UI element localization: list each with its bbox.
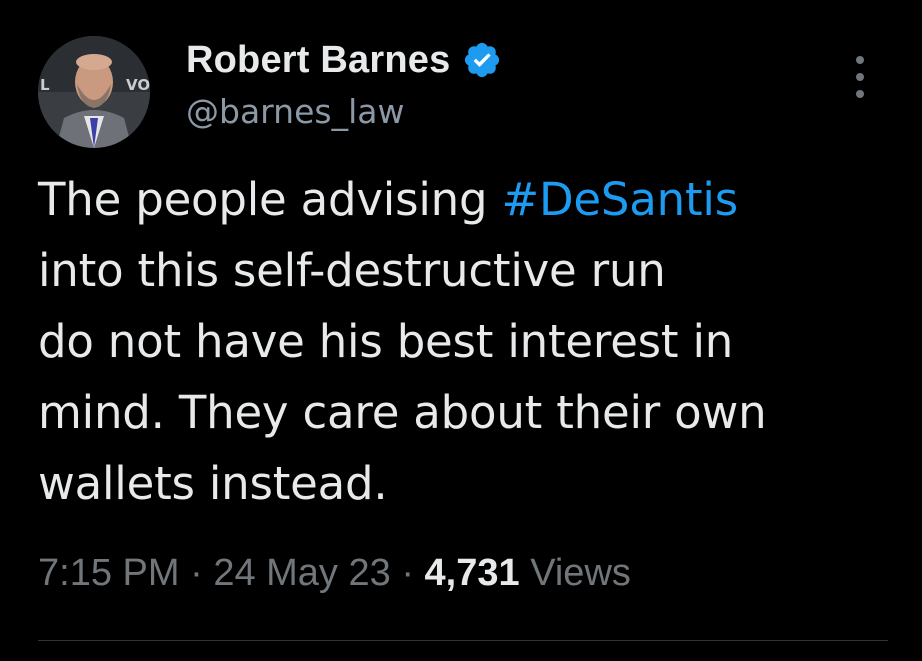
tweet-time[interactable]: 7:15 PM xyxy=(38,552,180,594)
tweet-text-line: into this self-destructive run xyxy=(38,244,666,297)
more-dot xyxy=(856,90,864,98)
author-name-row[interactable]: Robert Barnes xyxy=(186,34,502,86)
verified-badge-icon xyxy=(462,40,502,80)
more-dot xyxy=(856,56,864,64)
tweet-meta: 7:15 PM · 24 May 23 · 4,731 Views xyxy=(38,552,631,595)
more-dot xyxy=(856,73,864,81)
tweet-text-line: wallets instead. xyxy=(38,457,388,510)
author-avatar[interactable]: L VOI xyxy=(38,36,150,148)
meta-separator: · xyxy=(401,552,414,594)
svg-text:VOI: VOI xyxy=(126,76,150,94)
tweet-date[interactable]: 24 May 23 xyxy=(213,552,390,594)
tweet-text-segment: The people advising xyxy=(38,173,502,226)
tweet-text: The people advising #DeSantis into this … xyxy=(38,164,898,519)
views-label: Views xyxy=(530,552,631,594)
tweet-text-line: do not have his best interest in xyxy=(38,315,734,368)
hashtag-link[interactable]: #DeSantis xyxy=(501,173,738,226)
avatar-photo-icon: L VOI xyxy=(38,36,150,148)
tweet-text-line: The people advising #DeSantis xyxy=(38,164,898,235)
more-options-icon[interactable] xyxy=(846,56,874,98)
author-handle[interactable]: @barnes_law xyxy=(186,92,404,131)
meta-separator: · xyxy=(190,552,203,594)
views-count: 4,731 xyxy=(424,552,520,594)
author-display-name[interactable]: Robert Barnes xyxy=(186,39,450,82)
svg-text:L: L xyxy=(40,76,50,94)
tweet-card: L VOI Robert Barnes @barnes_law The peop… xyxy=(0,0,922,661)
divider xyxy=(38,640,888,641)
tweet-text-line: mind. They care about their own xyxy=(38,386,767,439)
